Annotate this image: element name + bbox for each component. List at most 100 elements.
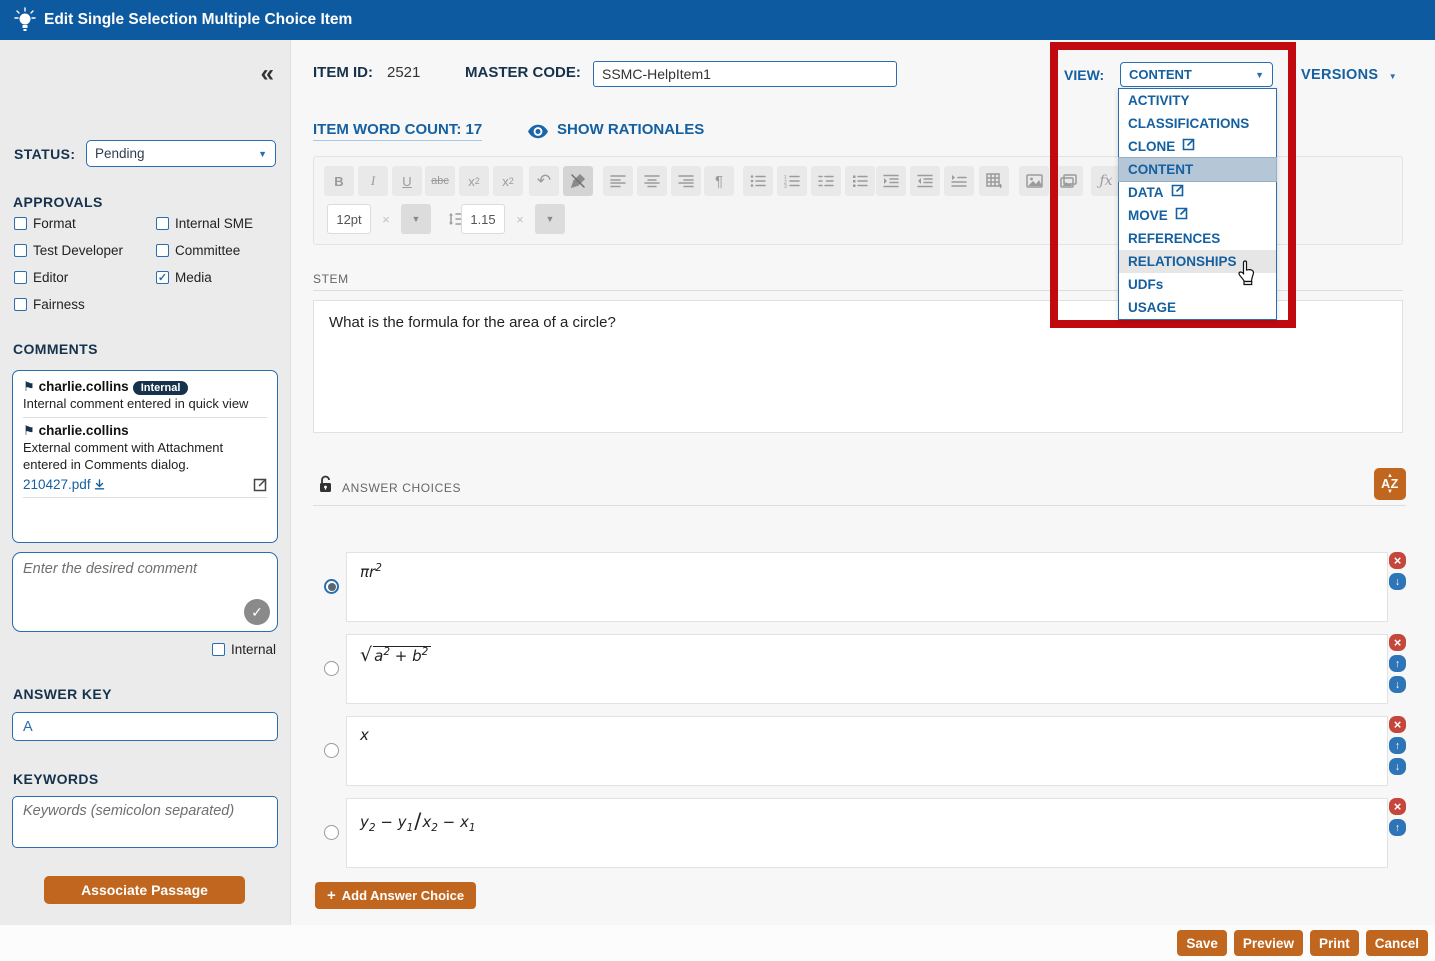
view-option-content-selected[interactable]: CONTENT bbox=[1119, 158, 1276, 181]
move-up-button[interactable]: ↑ bbox=[1389, 655, 1406, 672]
open-external-icon bbox=[1182, 135, 1195, 158]
comment-input[interactable] bbox=[13, 553, 277, 631]
bullet-list-icon[interactable] bbox=[743, 166, 773, 196]
move-down-button[interactable]: ↓ bbox=[1389, 573, 1406, 590]
align-left-icon[interactable] bbox=[603, 166, 633, 196]
move-up-button[interactable]: ↑ bbox=[1389, 819, 1406, 836]
svg-text:3: 3 bbox=[784, 184, 787, 188]
show-rationales-button[interactable]: SHOW RATIONALES bbox=[557, 121, 704, 138]
subscript-button[interactable]: x2 bbox=[459, 166, 489, 196]
open-external-icon[interactable] bbox=[253, 478, 267, 492]
delete-answer-button[interactable]: × bbox=[1389, 716, 1406, 733]
view-option-activity[interactable]: ACTIVITY bbox=[1119, 89, 1276, 112]
multilevel-list-icon[interactable] bbox=[811, 166, 841, 196]
view-option-classifications[interactable]: CLASSIFICATIONS bbox=[1119, 112, 1276, 135]
submit-comment-button[interactable]: ✓ bbox=[244, 599, 270, 625]
align-right-icon[interactable] bbox=[671, 166, 701, 196]
clear-formatting-button[interactable] bbox=[563, 166, 593, 196]
answer-key-input[interactable] bbox=[13, 713, 277, 740]
delete-answer-button[interactable]: × bbox=[1389, 798, 1406, 815]
outdent-icon[interactable] bbox=[910, 166, 940, 196]
underline-button[interactable]: U bbox=[392, 166, 422, 196]
font-size-value[interactable]: 12pt bbox=[327, 204, 371, 234]
answer-choice-editor[interactable]: y2 − y1/x2 − x1 bbox=[346, 798, 1388, 868]
check-icon[interactable]: ✓ bbox=[156, 271, 169, 284]
strikethrough-button[interactable]: abc bbox=[425, 166, 455, 196]
item-word-count-link[interactable]: ITEM WORD COUNT: 17 bbox=[313, 121, 482, 141]
insert-table-icon[interactable] bbox=[979, 166, 1009, 196]
italic-button[interactable]: I bbox=[358, 166, 388, 196]
close-icon: × bbox=[1394, 799, 1402, 814]
internal-comment-toggle[interactable]: Internal bbox=[212, 642, 276, 657]
line-spacing-dropdown[interactable]: ▼ bbox=[535, 204, 565, 234]
approvals-group: Format Internal SME Test Developer Commi… bbox=[14, 216, 282, 324]
master-code-label: MASTER CODE: bbox=[465, 64, 581, 81]
checkbox-icon[interactable] bbox=[14, 217, 27, 230]
add-answer-choice-button[interactable]: + Add Answer Choice bbox=[315, 882, 476, 909]
close-icon: × bbox=[1394, 717, 1402, 732]
insert-image-icon[interactable] bbox=[1019, 166, 1049, 196]
undo-button[interactable]: ↶ bbox=[529, 166, 559, 196]
checkbox-icon[interactable] bbox=[14, 298, 27, 311]
view-option-move[interactable]: MOVE bbox=[1119, 204, 1276, 227]
list-style-icon[interactable] bbox=[845, 166, 875, 196]
preview-button[interactable]: Preview bbox=[1234, 930, 1303, 956]
clear-font-size-icon[interactable]: × bbox=[373, 204, 399, 234]
move-down-button[interactable]: ↓ bbox=[1389, 758, 1406, 775]
answer-choice-editor[interactable]: πr2 bbox=[346, 552, 1388, 622]
answer-choice-editor[interactable]: x bbox=[346, 716, 1388, 786]
attachment-link[interactable]: 210427.pdf bbox=[23, 476, 105, 493]
formula-button[interactable]: ƒx bbox=[1091, 166, 1121, 196]
move-down-button[interactable]: ↓ bbox=[1389, 676, 1406, 693]
image-gallery-icon[interactable] bbox=[1053, 166, 1083, 196]
checkbox-icon[interactable] bbox=[14, 244, 27, 257]
view-option-references[interactable]: REFERENCES bbox=[1119, 227, 1276, 250]
view-dropdown[interactable]: CONTENT ▼ bbox=[1120, 62, 1273, 87]
left-sidebar: « STATUS: Pending ▼ APPROVALS Format Int… bbox=[0, 40, 291, 925]
view-option-usage[interactable]: USAGE bbox=[1119, 296, 1276, 319]
delete-answer-button[interactable]: × bbox=[1389, 552, 1406, 569]
clear-line-spacing-icon[interactable]: × bbox=[507, 204, 533, 234]
checkbox-format[interactable]: Format bbox=[14, 216, 156, 231]
answer-choice-editor[interactable]: √a2 + b2 bbox=[346, 634, 1388, 704]
associate-passage-button[interactable]: Associate Passage bbox=[44, 876, 245, 904]
answer-radio[interactable] bbox=[324, 825, 339, 840]
font-size-dropdown[interactable]: ▼ bbox=[401, 204, 431, 234]
view-option-data[interactable]: DATA bbox=[1119, 181, 1276, 204]
checkbox-editor[interactable]: Editor bbox=[14, 270, 156, 285]
cancel-button[interactable]: Cancel bbox=[1366, 930, 1428, 956]
keywords-input[interactable] bbox=[13, 797, 277, 847]
sort-answers-button[interactable]: ▲ AZ ▼ bbox=[1374, 468, 1406, 500]
master-code-input[interactable] bbox=[594, 62, 896, 86]
checkbox-test-developer[interactable]: Test Developer bbox=[14, 243, 156, 258]
align-center-icon[interactable] bbox=[637, 166, 667, 196]
checkbox-fairness[interactable]: Fairness bbox=[14, 297, 156, 312]
answer-radio[interactable] bbox=[324, 661, 339, 676]
save-button[interactable]: Save bbox=[1177, 930, 1227, 956]
checkbox-icon[interactable] bbox=[156, 244, 169, 257]
numbered-list-icon[interactable]: 123 bbox=[777, 166, 807, 196]
checkbox-internal-sme[interactable]: Internal SME bbox=[156, 216, 253, 231]
collapse-sidebar-icon[interactable]: « bbox=[261, 60, 274, 88]
versions-dropdown[interactable]: VERSIONS ▼ bbox=[1301, 67, 1397, 83]
bold-button[interactable]: B bbox=[324, 166, 354, 196]
checkbox-icon[interactable] bbox=[156, 217, 169, 230]
unlock-icon[interactable] bbox=[318, 475, 333, 499]
view-option-clone[interactable]: CLONE bbox=[1119, 135, 1276, 158]
move-up-button[interactable]: ↑ bbox=[1389, 737, 1406, 754]
answer-radio[interactable] bbox=[324, 743, 339, 758]
checkbox-icon[interactable] bbox=[14, 271, 27, 284]
print-button[interactable]: Print bbox=[1310, 930, 1359, 956]
paragraph-mark-button[interactable]: ¶ bbox=[704, 166, 734, 196]
attachment-row: 210427.pdf bbox=[23, 476, 267, 498]
superscript-button[interactable]: x2 bbox=[493, 166, 523, 196]
answer-radio-selected[interactable] bbox=[324, 579, 339, 594]
checkbox-media-checked[interactable]: ✓Media bbox=[156, 270, 212, 285]
indent-icon[interactable] bbox=[876, 166, 906, 196]
first-line-indent-icon[interactable] bbox=[944, 166, 974, 196]
checkbox-icon[interactable] bbox=[212, 643, 225, 656]
line-spacing-value[interactable]: 1.15 bbox=[461, 204, 505, 234]
checkbox-committee[interactable]: Committee bbox=[156, 243, 240, 258]
status-dropdown[interactable]: Pending ▼ bbox=[86, 140, 276, 167]
delete-answer-button[interactable]: × bbox=[1389, 634, 1406, 651]
